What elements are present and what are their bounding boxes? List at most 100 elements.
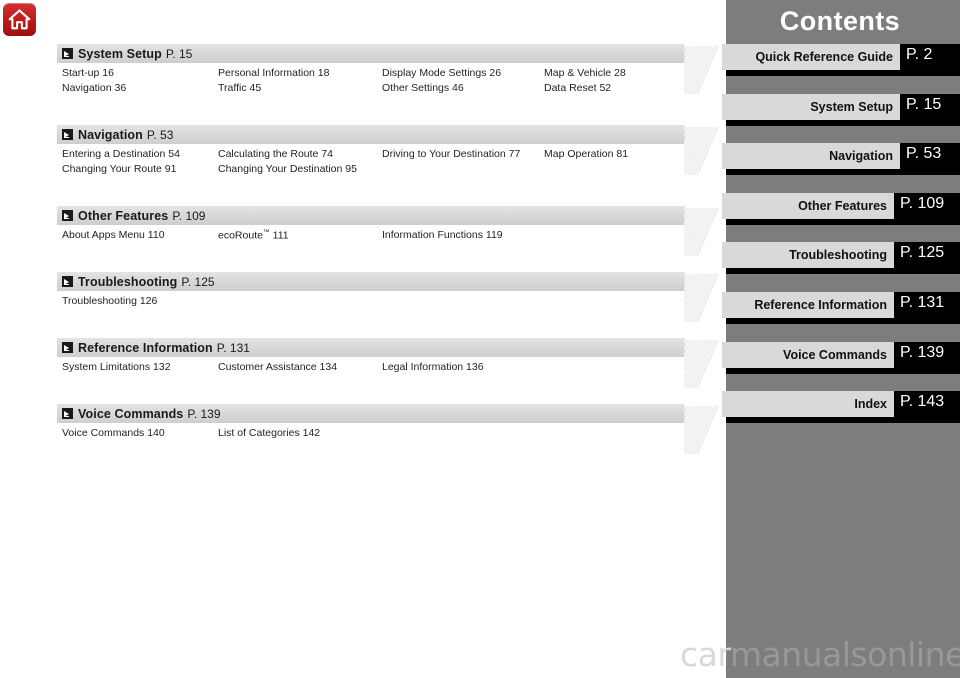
toc-entry[interactable]: Navigation 36 — [62, 82, 126, 94]
toc-entry[interactable]: Troubleshooting 126 — [62, 295, 157, 307]
toc-entry[interactable]: Start-up 16 — [62, 67, 114, 79]
sidebar-tab-page: P. 109 — [900, 195, 945, 212]
contents-sidebar: Contents Quick Reference Guide P. 2 System… — [722, 0, 960, 678]
sidebar-tab-label: Reference Information — [722, 292, 894, 318]
toc-entry-list: System Limitations 132 Customer Assistanc… — [57, 361, 685, 376]
toc-section-header[interactable]: System Setup P. 15 — [57, 44, 685, 63]
toc-entry[interactable]: About Apps Menu 110 — [62, 229, 165, 241]
toc-entry-row: Troubleshooting 126 — [57, 295, 685, 310]
toc-section-title: Other Features — [78, 208, 169, 223]
toc-entry-row: Changing Your Route 91 Changing Your Dest… — [57, 163, 685, 178]
toc-entry[interactable]: Changing Your Route 91 — [62, 163, 176, 175]
toc-section-title: Troubleshooting — [78, 274, 178, 289]
toc-entry-row: System Limitations 132 Customer Assistanc… — [57, 361, 685, 376]
sidebar-tab[interactable]: Troubleshooting P. 125 — [722, 242, 960, 274]
toc-section-header[interactable]: Voice Commands P. 139 — [57, 404, 685, 423]
watermark-part-1: car — [680, 635, 730, 674]
sidebar-tab-page: P. 143 — [900, 393, 945, 410]
toc-section: System Setup P. 15 Start-up 16 Personal Inf… — [57, 44, 685, 97]
toc-section-header[interactable]: Other Features P. 109 — [57, 206, 685, 225]
toc-entry[interactable]: Map Operation 81 — [544, 148, 628, 160]
trademark-symbol: ™ — [262, 229, 270, 236]
toc-entry[interactable]: Entering a Destination 54 — [62, 148, 180, 160]
toc-section-header[interactable]: Troubleshooting P. 125 — [57, 272, 685, 291]
sidebar-tab-page: P. 125 — [900, 244, 945, 261]
sidebar-tab[interactable]: System Setup P. 15 — [722, 94, 960, 126]
sidebar-tab[interactable]: Navigation P. 53 — [722, 143, 960, 175]
toc-section-page: P. 53 — [146, 127, 174, 142]
arrow-right-icon — [62, 276, 73, 287]
page-fan-decoration — [684, 46, 724, 94]
toc-entry-row: Voice Commands 140 List of Categories 142 — [57, 427, 685, 442]
toc-section-page: P. 109 — [172, 208, 206, 223]
toc-section-title: Navigation — [78, 127, 143, 142]
page-title: Contents — [779, 6, 901, 36]
toc-entry[interactable]: Other Settings 46 — [382, 82, 464, 94]
arrow-right-icon — [62, 342, 73, 353]
sidebar-tab-label: System Setup — [722, 94, 900, 120]
toc-entry-list: Start-up 16 Personal Information 18 Displa… — [57, 67, 685, 97]
table-of-contents: System Setup P. 15 Start-up 16 Personal Inf… — [0, 0, 722, 678]
toc-entry[interactable]: Legal Information 136 — [382, 361, 484, 373]
sidebar-tab[interactable]: Index P. 143 — [722, 391, 960, 423]
toc-section: Voice Commands P. 139 Voice Commands 140 Li… — [57, 404, 685, 442]
sidebar-tab[interactable]: Quick Reference Guide P. 2 — [722, 44, 960, 76]
toc-section-page: P. 15 — [165, 46, 193, 61]
sidebar-tab-page: P. 2 — [906, 46, 933, 63]
sidebar-tab-label: Index — [722, 391, 894, 417]
toc-section-title: Voice Commands — [78, 406, 184, 421]
toc-section-header[interactable]: Reference Information P. 131 — [57, 338, 685, 357]
toc-entry-row: Start-up 16 Personal Information 18 Displa… — [57, 67, 685, 82]
toc-section: Navigation P. 53 Entering a Destination 54… — [57, 125, 685, 178]
arrow-right-icon — [62, 129, 73, 140]
toc-section: Other Features P. 109 About Apps Menu 110 e… — [57, 206, 685, 244]
toc-entry[interactable]: Map & Vehicle 28 — [544, 67, 626, 79]
arrow-right-icon — [62, 48, 73, 59]
page-fan-decoration — [684, 340, 724, 388]
toc-entry[interactable]: List of Categories 142 — [218, 427, 320, 439]
sidebar-tab-label: Quick Reference Guide — [722, 44, 900, 70]
sidebar-tab[interactable]: Reference Information P. 131 — [722, 292, 960, 324]
toc-entry-row: Entering a Destination 54 Calculating the… — [57, 148, 685, 163]
toc-entry-row: About Apps Menu 110 ecoRoute™ 111 Informat… — [57, 229, 685, 244]
sidebar-tab-label: Voice Commands — [722, 342, 894, 368]
toc-entry[interactable]: ecoRoute™ 111 — [218, 229, 289, 242]
toc-entry-list: Troubleshooting 126 — [57, 295, 685, 310]
toc-entry[interactable]: Information Functions 119 — [382, 229, 503, 241]
toc-section-header[interactable]: Navigation P. 53 — [57, 125, 685, 144]
sidebar-tab-page: P. 53 — [906, 145, 942, 162]
watermark-part-2: manualsonline.info — [729, 635, 960, 674]
toc-section-page: P. 131 — [216, 340, 250, 355]
toc-entry[interactable]: System Limitations 132 — [62, 361, 171, 373]
page-fan-decoration — [684, 274, 724, 322]
sidebar-tab-page: P. 131 — [900, 294, 945, 311]
toc-entry[interactable]: Data Reset 52 — [544, 82, 611, 94]
toc-section-title: Reference Information — [78, 340, 213, 355]
toc-entry-row: Navigation 36 Traffic 45 Other Settings 46… — [57, 82, 685, 97]
toc-entry[interactable]: Traffic 45 — [218, 82, 261, 94]
toc-section: Reference Information P. 131 System Limita… — [57, 338, 685, 376]
sidebar-tab-label: Navigation — [722, 143, 900, 169]
toc-entry[interactable]: Changing Your Destination 95 — [218, 163, 357, 175]
page-fan-decoration — [684, 406, 724, 454]
toc-section: Troubleshooting P. 125 Troubleshooting 126 — [57, 272, 685, 310]
sidebar-tab-label: Troubleshooting — [722, 242, 894, 268]
toc-entry[interactable]: Display Mode Settings 26 — [382, 67, 501, 79]
arrow-right-icon — [62, 210, 73, 221]
sidebar-tab-label: Other Features — [722, 193, 894, 219]
toc-entry[interactable]: Voice Commands 140 — [62, 427, 165, 439]
toc-section-title: System Setup — [78, 46, 162, 61]
toc-section-page: P. 125 — [181, 274, 215, 289]
toc-entry[interactable]: Driving to Your Destination 77 — [382, 148, 520, 160]
toc-entry-list: Voice Commands 140 List of Categories 142 — [57, 427, 685, 442]
toc-entry[interactable]: Customer Assistance 134 — [218, 361, 337, 373]
toc-entry[interactable]: Personal Information 18 — [218, 67, 329, 79]
sidebar-tab[interactable]: Other Features P. 109 — [722, 193, 960, 225]
sidebar-tab[interactable]: Voice Commands P. 139 — [722, 342, 960, 374]
sidebar-tab-page: P. 139 — [900, 344, 945, 361]
site-watermark: carmanualsonline.info — [680, 635, 960, 674]
page-fan-decoration — [684, 208, 724, 256]
toc-entry-list: About Apps Menu 110 ecoRoute™ 111 Informat… — [57, 229, 685, 244]
toc-entry[interactable]: Calculating the Route 74 — [218, 148, 333, 160]
page-fan-decoration — [684, 127, 724, 175]
